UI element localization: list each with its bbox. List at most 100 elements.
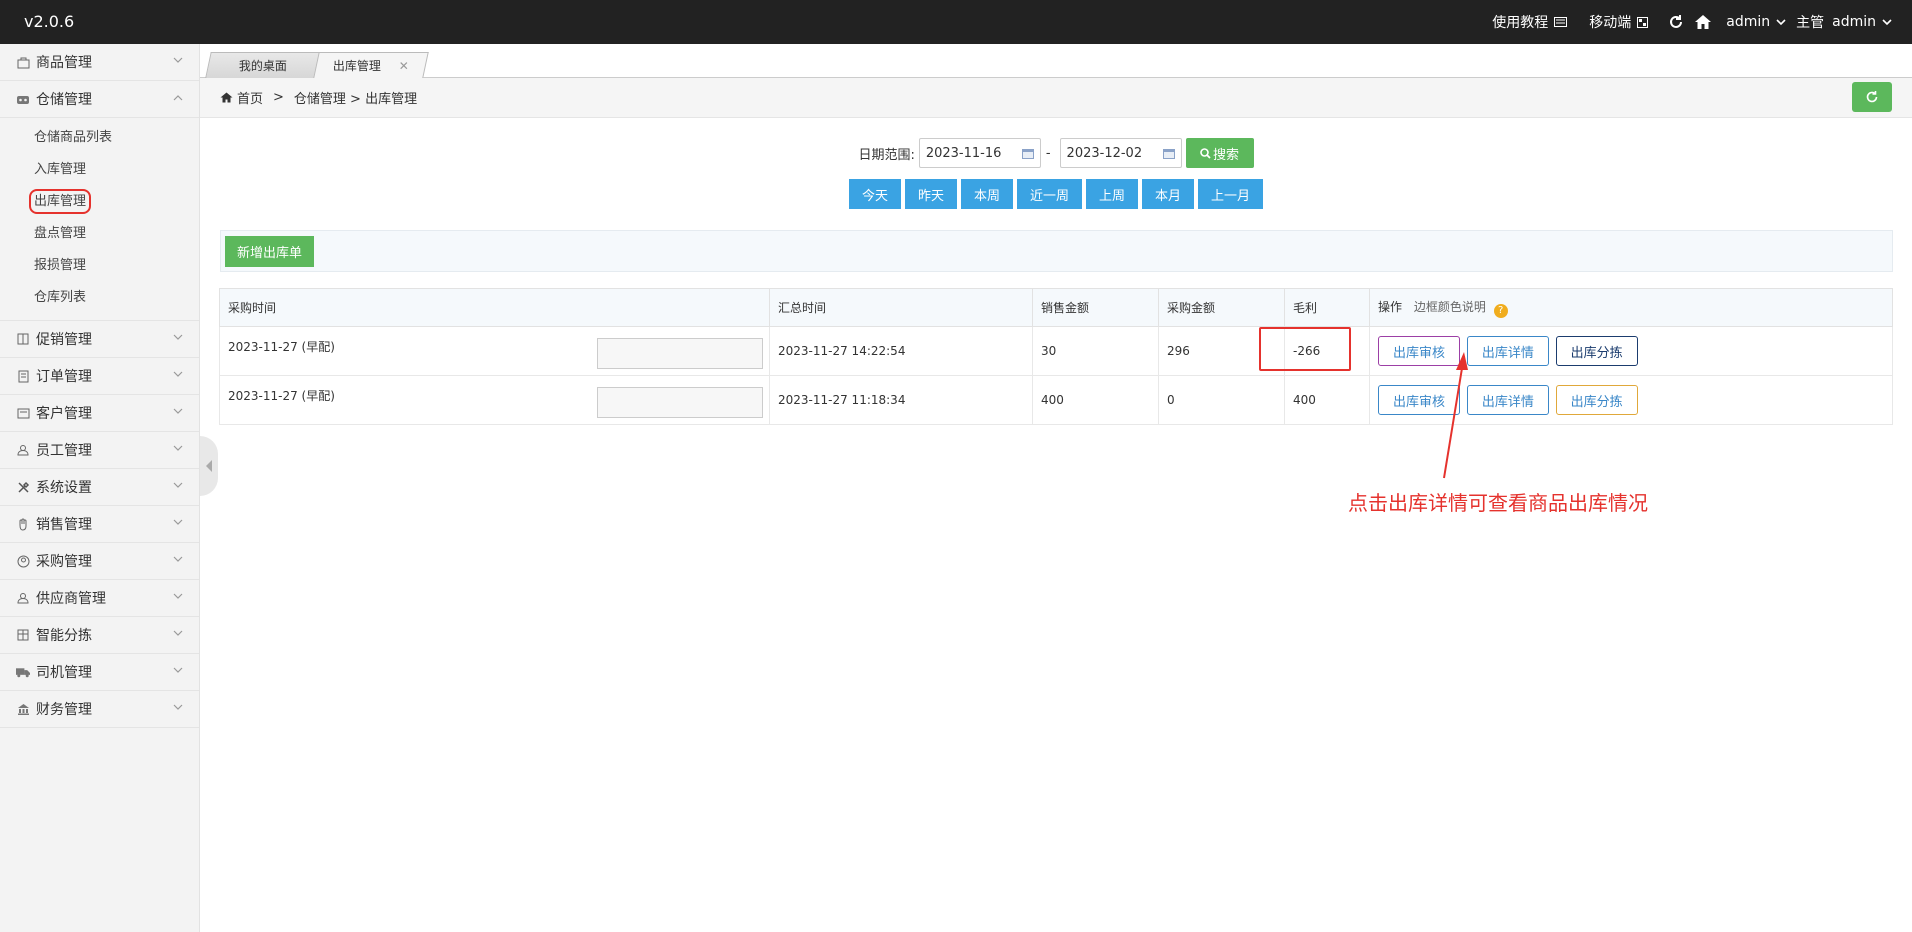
date-range-label: 日期范围: <box>858 147 915 163</box>
outbound-detail-button[interactable]: 出库详情 <box>1466 336 1549 366</box>
tab-outbound[interactable]: 出库管理 ✕ <box>313 52 429 78</box>
actions-header-label: 操作 <box>1378 299 1403 314</box>
purchase-time-cell: 2023-11-27 (早配) <box>219 375 770 425</box>
tab-desktop[interactable]: 我的桌面 <box>205 52 321 78</box>
close-icon[interactable]: ✕ <box>399 59 409 73</box>
sidebar-item-label: 仓储管理 <box>36 92 92 108</box>
sidebar-item-label: 员工管理 <box>36 443 92 459</box>
sidebar-item-label: 客户管理 <box>36 406 92 422</box>
sidebar-item-label: 采购管理 <box>36 554 92 570</box>
breadcrumb-separator: > <box>273 90 284 105</box>
sidebar-item-sales[interactable]: 销售管理 <box>0 506 199 543</box>
sidebar-item-finance[interactable]: 财务管理 <box>0 691 199 728</box>
sidebar-item-orders[interactable]: 订单管理 <box>0 358 199 395</box>
last-month-button[interactable]: 上一月 <box>1198 179 1264 209</box>
last-week-button[interactable]: 上周 <box>1086 179 1139 209</box>
chevron-down-icon <box>173 334 183 340</box>
sidebar-item-warehouse[interactable]: 仓储管理 <box>0 81 199 118</box>
this-month-button[interactable]: 本月 <box>1142 179 1195 209</box>
sidebar-item-purchase[interactable]: 采购管理 <box>0 543 199 580</box>
user-name: admin <box>1726 14 1771 30</box>
chevron-down-icon <box>173 445 183 451</box>
subitem-label: 报损管理 <box>34 258 87 273</box>
calendar-icon <box>1162 148 1175 159</box>
user-icon <box>16 443 30 457</box>
sidebar-subitem-stocktake[interactable]: 盘点管理 <box>0 218 199 250</box>
outbound-table: 采购时间 汇总时间 销售金额 采购金额 毛利 操作 边框颜色说明 ? 2023-… <box>219 288 1893 425</box>
sidebar-item-goods[interactable]: 商品管理 <box>0 44 199 81</box>
sidebar-subitem-inbound[interactable]: 入库管理 <box>0 154 199 186</box>
today-button[interactable]: 今天 <box>848 179 901 209</box>
sidebar-item-label: 订单管理 <box>36 369 92 385</box>
tutorial-link[interactable]: 使用教程 <box>1492 12 1568 32</box>
sidebar-item-sorting[interactable]: 智能分拣 <box>0 617 199 654</box>
sidebar-subitem-outbound[interactable]: 出库管理 <box>0 186 199 218</box>
page-tabs: 我的桌面 出库管理 ✕ <box>200 44 1912 78</box>
outbound-sorting-button[interactable]: 出库分拣 <box>1555 336 1638 366</box>
sidebar-item-label: 系统设置 <box>36 480 92 496</box>
refresh-icon <box>1866 91 1878 103</box>
last-7-days-button[interactable]: 近一周 <box>1016 179 1082 209</box>
search-icon <box>1200 147 1211 159</box>
search-button[interactable]: 搜索 <box>1185 138 1254 168</box>
quick-date-buttons: 今天 昨天 本周 近一周 上周 本月 上一月 <box>200 179 1912 209</box>
subitem-label: 出库管理 <box>28 189 92 214</box>
table-header-row: 采购时间 汇总时间 销售金额 采购金额 毛利 操作 边框颜色说明 ? <box>219 288 1893 327</box>
col-actions: 操作 边框颜色说明 ? <box>1369 288 1893 327</box>
add-outbound-button[interactable]: 新增出库单 <box>225 236 315 267</box>
sidebar-item-label: 供应商管理 <box>36 591 106 607</box>
sidebar-item-customers[interactable]: 客户管理 <box>0 395 199 432</box>
refresh-button[interactable] <box>1852 82 1892 112</box>
sales-amount-cell: 400 <box>1032 375 1159 425</box>
subitem-label: 仓库列表 <box>34 290 87 305</box>
outbound-sorting-button[interactable]: 出库分拣 <box>1555 385 1638 415</box>
this-week-button[interactable]: 本周 <box>960 179 1013 209</box>
chevron-down-icon <box>173 593 183 599</box>
breadcrumb-home[interactable]: 首页 <box>237 88 263 107</box>
date-filter: 日期范围: 2023-11-16 - 2023-12-02 搜索 <box>200 138 1912 168</box>
sidebar-item-supplier[interactable]: 供应商管理 <box>0 580 199 617</box>
col-purchase-time: 采购时间 <box>219 288 770 327</box>
chevron-down-icon <box>1776 18 1786 25</box>
outbound-detail-button[interactable]: 出库详情 <box>1466 385 1549 415</box>
sidebar-subitem-warehouse-list[interactable]: 仓库列表 <box>0 282 199 314</box>
mobile-link[interactable]: 移动端 <box>1589 12 1649 32</box>
annotation-arrow <box>1443 352 1468 479</box>
border-color-note: 边框颜色说明 <box>1413 299 1486 314</box>
col-summary-time: 汇总时间 <box>769 288 1033 327</box>
col-sales-amount: 销售金额 <box>1032 288 1159 327</box>
help-icon[interactable]: ? <box>1493 303 1508 318</box>
sidebar-item-promotion[interactable]: 促销管理 <box>0 321 199 358</box>
purchase-amount-cell: 0 <box>1158 375 1285 425</box>
remark-input[interactable] <box>597 338 763 369</box>
sorting-icon <box>16 628 30 642</box>
role-label: 主管 <box>1796 15 1825 31</box>
sidebar-subitem-loss[interactable]: 报损管理 <box>0 250 199 282</box>
breadcrumb-path: 仓储管理 > 出库管理 <box>293 92 418 107</box>
book-icon <box>1554 17 1568 27</box>
sidebar-item-staff[interactable]: 员工管理 <box>0 432 199 469</box>
sidebar-item-drivers[interactable]: 司机管理 <box>0 654 199 691</box>
top-bar: v2.0.6 使用教程 移动端 admin 主管 admin <box>0 0 1912 44</box>
sidebar-subitem-goods-list[interactable]: 仓储商品列表 <box>0 122 199 154</box>
yesterday-button[interactable]: 昨天 <box>904 179 957 209</box>
home-icon[interactable] <box>1694 14 1712 30</box>
sidebar-item-label: 财务管理 <box>36 702 92 718</box>
tab-label: 我的桌面 <box>238 59 287 73</box>
end-date-input[interactable]: 2023-12-02 <box>1059 138 1182 168</box>
start-date-input[interactable]: 2023-11-16 <box>918 138 1041 168</box>
table-row: 2023-11-27 (早配) 2023-11-27 11:18:34 400 … <box>219 375 1893 425</box>
sidebar-item-label: 促销管理 <box>36 332 92 348</box>
refresh-icon[interactable] <box>1668 14 1684 30</box>
profit-cell: 400 <box>1284 375 1370 425</box>
remark-input[interactable] <box>597 387 763 418</box>
account-menu[interactable]: admin <box>1832 14 1892 30</box>
home-icon <box>220 92 233 103</box>
chevron-down-icon <box>173 556 183 562</box>
profit-cell: -266 <box>1284 326 1370 376</box>
chevron-down-icon <box>173 482 183 488</box>
col-purchase-amount: 采购金额 <box>1158 288 1285 327</box>
col-profit: 毛利 <box>1284 288 1370 327</box>
user-menu[interactable]: admin <box>1726 14 1786 30</box>
sidebar-item-settings[interactable]: 系统设置 <box>0 469 199 506</box>
